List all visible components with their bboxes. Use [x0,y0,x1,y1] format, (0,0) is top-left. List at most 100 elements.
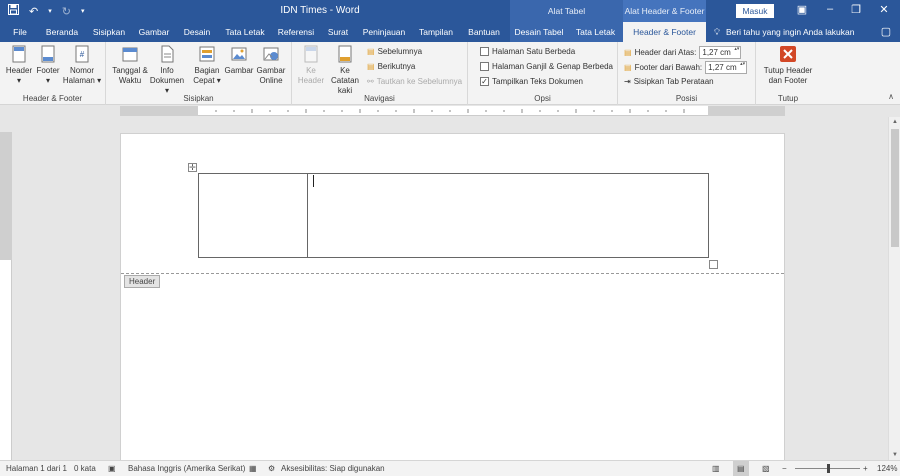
close-icon[interactable]: ✕ [874,3,894,16]
header-tag: Header [124,275,161,288]
doc-info-button[interactable]: Info Dokumen ▾ [148,45,186,96]
tell-me-label: Beri tahu yang ingin Anda lakukan [725,27,855,37]
different-odd-even-checkbox[interactable]: Halaman Ganjil & Genap Berbeda [480,61,613,72]
group-label: Opsi [534,94,551,103]
minimize-icon[interactable]: – [820,3,840,15]
proofing-icon[interactable]: ▣ [108,461,116,476]
online-picture-icon [263,47,279,61]
previous-button[interactable]: ▤ Sebelumnya [367,46,422,57]
tab-tata-letak-tabel[interactable]: Tata Letak [568,22,623,42]
ribbon-tabs: File Beranda Sisipkan Gambar Desain Tata… [0,22,900,42]
group-sisipkan: Tanggal & Waktu Info Dokumen ▾ Bagian Ce… [106,42,292,105]
group-navigasi: Ke Header Ke Catatan kaki ▤ Sebelumnya ▤… [292,42,468,105]
restore-icon[interactable]: ❐ [846,3,866,16]
tab-tampilan[interactable]: Tampilan [412,22,460,42]
header-from-top-row: ▤ Header dari Atas: 1,27 cm [624,46,742,59]
header-from-top-input[interactable]: 1,27 cm [699,46,742,59]
page-number-button[interactable]: # Nomor Halaman ▾ [62,45,102,86]
collapse-ribbon-icon[interactable]: ∧ [888,92,894,101]
ribbon-display-icon[interactable]: ▣ [792,3,812,16]
tab-peninjauan[interactable]: Peninjauan [358,22,410,42]
vertical-ruler[interactable] [0,132,12,460]
lightbulb-icon: 💡︎ [714,27,720,37]
group-header-footer: Header ▾ Footer ▾ # Nomor Halaman ▾ Header… [0,42,106,105]
footer-icon [41,45,55,63]
tab-bantuan[interactable]: Bantuan [462,22,506,42]
tab-header-footer[interactable]: Header & Footer [623,22,706,42]
word-count[interactable]: 0 kata [74,461,96,476]
group-posisi: ▤ Header dari Atas: 1,27 cm ▤ Footer dar… [618,42,756,105]
status-bar: Halaman 1 dari 1 0 kata ▣ Bahasa Inggris… [0,460,900,476]
page-count[interactable]: Halaman 1 dari 1 [6,461,67,476]
table-move-handle-icon[interactable]: ✛ [188,163,197,172]
ruler-ticks [215,109,685,113]
accessibility-status[interactable]: Aksesibilitas: Siap digunakan [281,461,385,476]
online-pictures-button[interactable]: Gambar Online [254,45,288,86]
checkbox [480,62,489,71]
ribbon: Header ▾ Footer ▾ # Nomor Halaman ▾ Header… [0,42,900,105]
quick-parts-icon [199,46,215,62]
page-number-icon: # [75,45,89,63]
group-label: Navigasi [364,94,395,103]
tab-tata-letak[interactable]: Tata Letak [220,22,270,42]
page[interactable]: ✛ Header [120,133,785,460]
quick-parts-button[interactable]: Bagian Cepat ▾ [190,45,224,86]
sign-in-button[interactable]: Masuk [736,4,774,18]
web-layout-icon[interactable]: ▧ [762,461,770,476]
go-to-header-button[interactable]: Ke Header [296,45,326,86]
focus-icon[interactable]: ▥ [712,461,720,476]
tab-referensi[interactable]: Referensi [273,22,319,42]
zoom-level[interactable]: 124% [877,461,897,476]
zoom-out-icon[interactable]: − [782,461,787,476]
close-header-footer-button[interactable]: Tutup Header dan Footer [760,45,816,86]
link-to-previous-button[interactable]: ⚯ Tautkan ke Sebelumnya [367,76,462,87]
accessibility-icon[interactable]: ⚙ [268,461,275,476]
go-to-footer-button[interactable]: Ke Catatan kaki [326,45,364,96]
vertical-scrollbar[interactable]: ▲ ▼ [888,117,900,460]
footer-position-icon: ▤ [624,63,632,72]
context-header-footer-tools: Alat Header & Footer [623,0,706,22]
zoom-in-icon[interactable]: + [863,461,868,476]
context-table-tools: Alat Tabel [510,0,623,22]
next-button[interactable]: ▤ Berikutnya [367,61,415,72]
pictures-button[interactable]: Gambar [224,45,254,76]
tab-beranda[interactable]: Beranda [40,22,84,42]
group-label: Tutup [777,94,799,103]
scroll-thumb[interactable] [891,129,899,247]
zoom-slider-thumb[interactable] [827,464,830,473]
comments-icon[interactable]: ▢ [876,25,896,38]
group-label: Header & Footer [22,94,83,103]
link-icon: ⚯ [367,77,374,86]
group-label: Sisipkan [183,94,214,103]
title-bar: ↶ ▾ ↻ ▾ IDN Times - Word Alat Tabel Alat… [0,0,900,22]
chevron-down-icon: ▾ [16,76,21,85]
header-button[interactable]: Header ▾ [3,45,35,86]
header-position-icon: ▤ [624,48,632,57]
header-icon [12,45,26,63]
tab-file[interactable]: File [6,22,34,42]
tab-desain-tabel[interactable]: Desain Tabel [510,22,568,42]
scroll-up-icon[interactable]: ▲ [889,119,900,125]
scroll-down-icon[interactable]: ▼ [889,452,900,458]
table-resize-handle[interactable] [709,260,718,269]
tab-gambar[interactable]: Gambar [134,22,174,42]
date-time-button[interactable]: Tanggal & Waktu [112,45,148,86]
close-icon [780,46,796,62]
table-column-divider[interactable] [307,174,308,257]
footer-button[interactable]: Footer ▾ [33,45,63,86]
different-first-page-checkbox[interactable]: Halaman Satu Berbeda [480,46,575,57]
text-cursor [313,175,314,187]
macro-icon[interactable]: ▦ [249,461,257,476]
tab-sisipkan[interactable]: Sisipkan [88,22,130,42]
footer-from-bottom-input[interactable]: 1,27 cm [705,61,748,74]
show-document-text-checkbox[interactable]: ✓ Tampilkan Teks Dokumen [480,76,583,87]
header-table[interactable] [198,173,709,258]
horizontal-ruler[interactable] [120,106,785,116]
language[interactable]: Bahasa Inggris (Amerika Serikat) [128,461,245,476]
tell-me-box[interactable]: 💡︎ Beri tahu yang ingin Anda lakukan [714,25,855,39]
print-layout-icon[interactable]: ▤ [733,461,749,476]
insert-alignment-tab-button[interactable]: ⇥ Sisipkan Tab Perataan [624,76,714,87]
tab-desain[interactable]: Desain [178,22,216,42]
chevron-down-icon: ▾ [97,76,102,85]
tab-surat[interactable]: Surat [322,22,354,42]
